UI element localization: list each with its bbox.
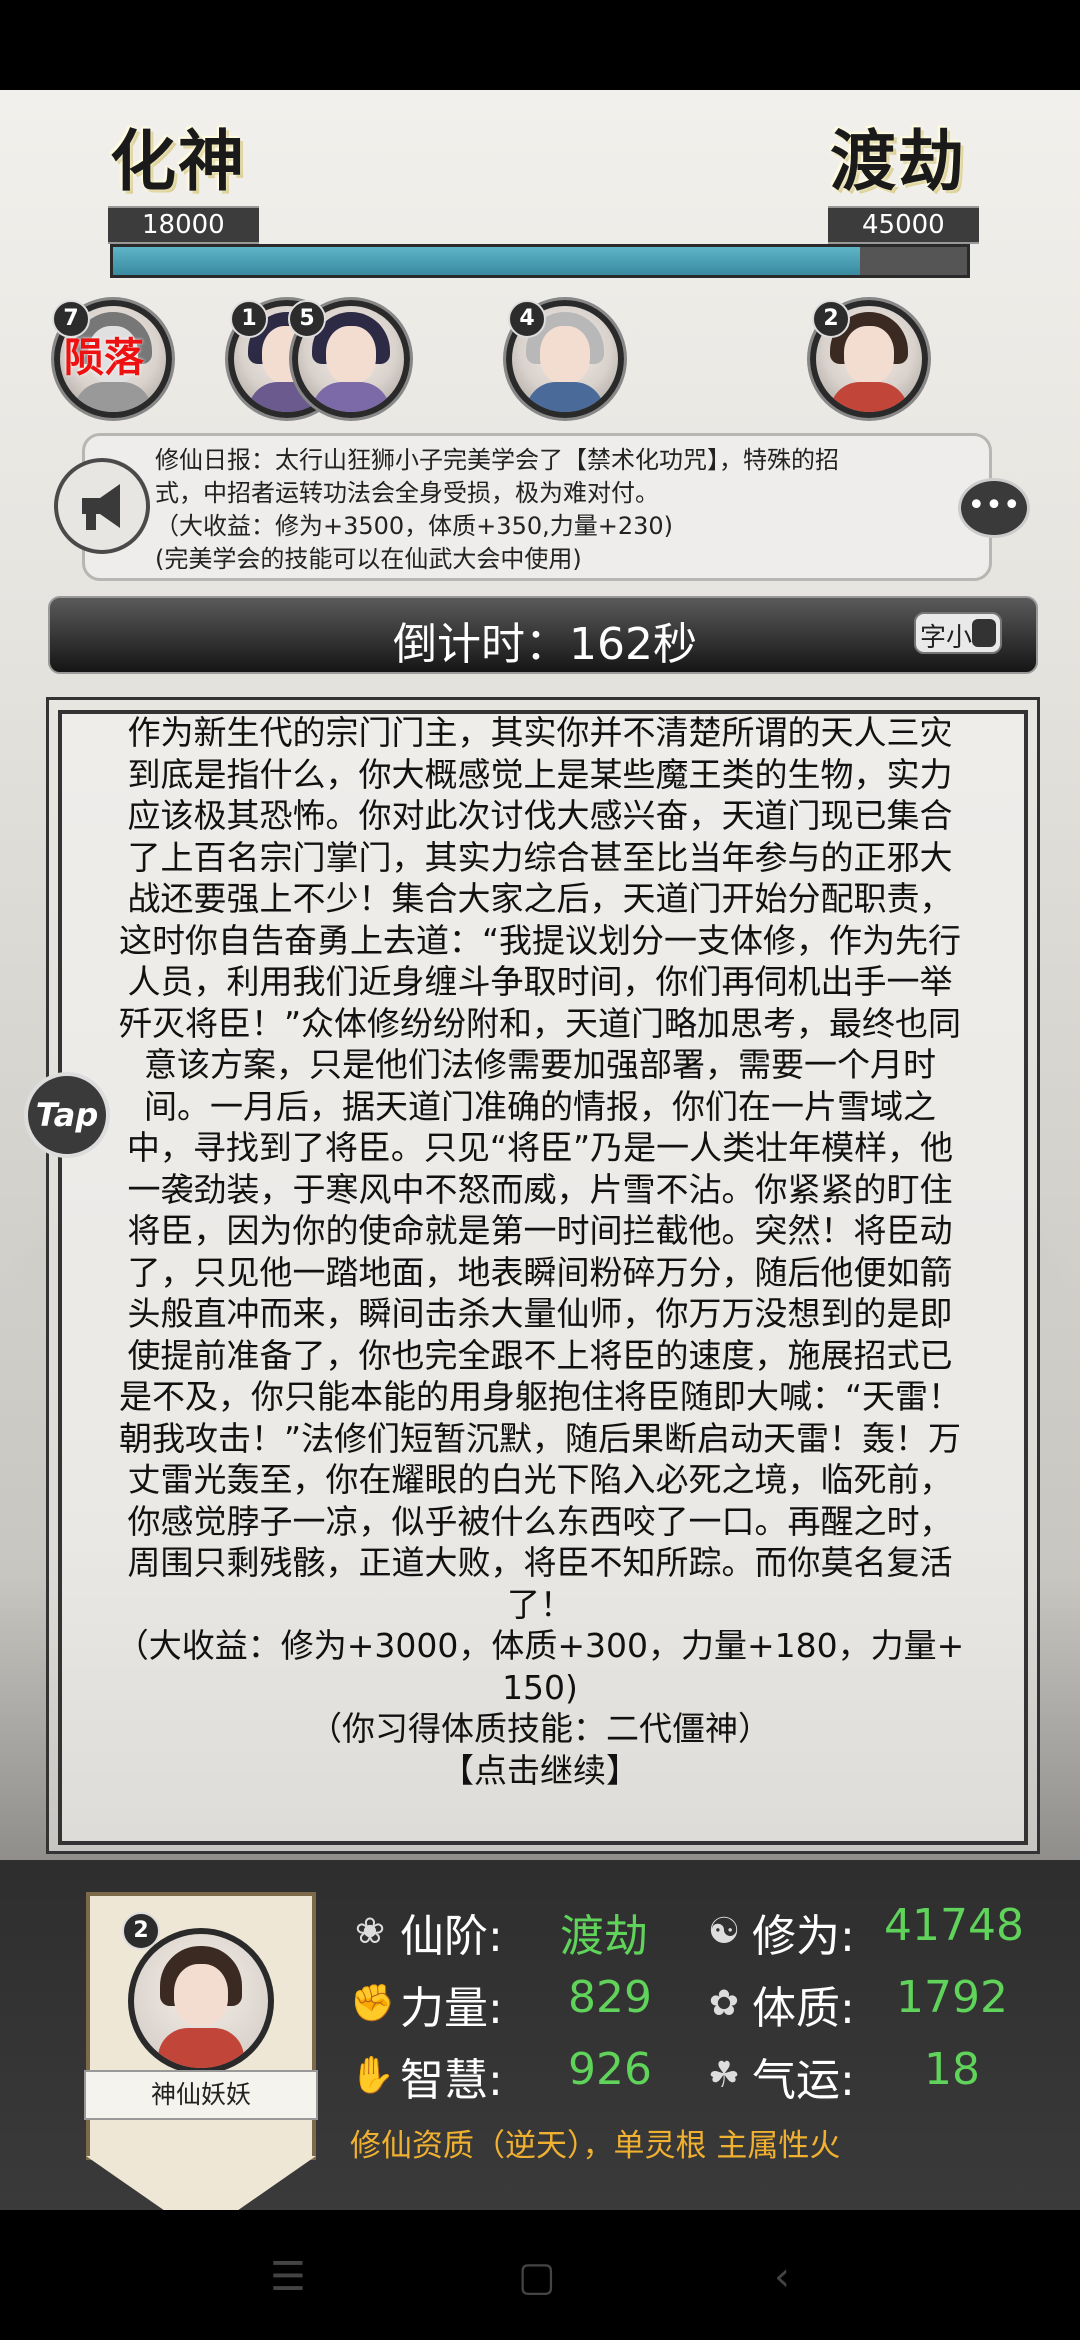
character-name: 神仙妖妖: [84, 2070, 318, 2120]
story-line: 歼灭将臣！”众体修纷纷附和，天道门略加思考，最终也同: [118, 1003, 962, 1043]
avatar-face: [844, 326, 894, 384]
megaphone-icon[interactable]: [54, 458, 150, 554]
story-line: 头般直冲而来，瞬间击杀大量仙师，你万万没想到的是即: [127, 1294, 953, 1333]
fist-icon: ✊: [350, 1983, 395, 2024]
daily-news-text: 修仙日报：太行山狂狮小子完美学会了【禁术化功咒】，特殊的招 式，中招者运转功法会…: [155, 444, 955, 576]
continue-prompt[interactable]: 【点击继续】: [70, 1750, 1010, 1792]
fallen-status: 陨落: [64, 335, 144, 381]
story-line: 这时你自告奋勇上去道：“我提议划分一支体修，作为先行: [118, 920, 962, 960]
next-realm: 渡劫 45000: [828, 108, 979, 244]
leaf-icon: ✿: [708, 1983, 740, 2024]
stat-value-cultivation: 41748: [884, 1900, 1024, 1951]
current-realm-value: 18000: [108, 206, 259, 244]
story-line: 意该方案，只是他们法修需要加强部署，需要一个月时: [144, 1045, 936, 1084]
stat-value-wisdom: 926: [568, 2044, 652, 2095]
story-line: 作为新生代的宗门门主，其实你并不清楚所谓的天人三灾: [127, 713, 953, 752]
clover-icon: ☘: [707, 2055, 741, 2096]
news-line: （大收益：修为+3500，体质+350,力量+230): [155, 512, 674, 540]
story-line: 你感觉脖子一凉，似乎被什么东西咬了一口。再醒之时，: [127, 1501, 953, 1541]
story-line: 朝我攻击！”法修们短暂沉默，随后果断启动天雷！轰！万: [118, 1418, 962, 1458]
news-line: 修仙日报：太行山狂狮小子完美学会了【禁术化功咒】，特殊的招: [155, 446, 839, 474]
tap-indicator[interactable]: Tap: [24, 1072, 110, 1158]
font-size-toggle-label: 字小: [920, 623, 973, 653]
stat-label-cultivation: 修为:: [752, 1911, 855, 1962]
lotus-icon: ❀: [354, 1911, 386, 1952]
story-reward-line: 150): [502, 1667, 578, 1707]
story-line: 周围只剩残骸，正道大败，将臣不知所踪。而你莫名复活: [127, 1543, 953, 1582]
stat-label-constitution: 体质:: [752, 1983, 855, 2034]
news-line: (完美学会的技能可以在仙武大会中使用): [155, 545, 582, 573]
avatar-count-badge: 1: [230, 300, 268, 338]
next-realm-value: 45000: [828, 206, 979, 244]
countdown-text: 倒计时：162秒: [393, 619, 697, 670]
story-line: 间。一月后，据天道门准确的情报，你们在一片雪域之: [144, 1086, 936, 1126]
avatar-body: [158, 2028, 244, 2068]
megaphone-icon-graphic: [82, 484, 120, 530]
stat-value-realm: 渡劫: [560, 1911, 648, 1962]
story-line: 了上百名宗门掌门，其实力综合甚至比当年参与的正邪大: [127, 837, 953, 877]
chat-bubble-icon[interactable]: •••: [958, 478, 1030, 538]
stat-value-strength: 829: [568, 1972, 652, 2023]
avatar-count-badge: 5: [288, 300, 326, 338]
story-text[interactable]: 作为新生代的宗门门主，其实你并不清楚所谓的天人三灾 到底是指什么，你大概感觉上是…: [70, 712, 1010, 1791]
realm-progress-fill: [113, 247, 861, 275]
character-badge: 2: [122, 1912, 160, 1950]
story-line: 战还要强上不少！集合大家之后，天道门开始分配职责，: [127, 879, 953, 918]
stat-label-strength: 力量:: [400, 1983, 503, 2034]
story-line: 使提前准备了，你也完全跟不上将臣的速度，施展招式已: [127, 1335, 953, 1375]
hand-icon: ✋: [350, 2055, 395, 2096]
story-line: 丈雷光轰至，你在耀眼的白光下陷入必死之境，临死前，: [127, 1460, 953, 1499]
menu-icon[interactable]: ☰: [270, 2254, 306, 2300]
stat-value-constitution: 1792: [896, 1972, 1008, 2023]
countdown-bar: 倒计时：162秒: [48, 596, 1038, 674]
story-line: 一袭劲装，于寒风中不怒而威，片雪不沾。你紧紧的盯住: [127, 1169, 953, 1209]
status-bar: [0, 0, 1080, 90]
swirl-icon: ☯: [707, 1911, 741, 1952]
story-skill-line: （你习得体质技能：二代僵神）: [309, 1709, 771, 1748]
daily-news-panel: 修仙日报：太行山狂狮小子完美学会了【禁术化功咒】，特殊的招 式，中招者运转功法会…: [82, 433, 992, 581]
stat-label-realm: 仙阶:: [400, 1911, 503, 1962]
story-line: 应该极其恐怖。你对此次讨伐大感兴奋，天道门现已集合: [127, 796, 953, 835]
current-realm: 化神 18000: [108, 108, 259, 244]
story-line: 了！: [507, 1584, 573, 1624]
story-line: 了，只见他一踏地面，地表瞬间粉碎万分，随后他便如箭: [127, 1252, 953, 1292]
avatar-face: [540, 326, 590, 384]
stat-label-wisdom: 智慧:: [400, 2055, 503, 2106]
next-realm-name: 渡劫: [830, 122, 966, 200]
system-nav-bar: ☰ ▢ ‹: [0, 2210, 1080, 2340]
story-line: 将臣，因为你的使命就是第一时间拦截他。突然！将臣动: [127, 1211, 953, 1250]
avatar-face: [326, 326, 376, 384]
avatar-face: [174, 1964, 228, 2026]
back-icon[interactable]: ‹: [774, 2254, 790, 2300]
realm-progress-bar: [110, 244, 970, 278]
game-screen: 化神 18000 渡劫 45000 7 陨落 1 5 4 2 修仙日报：太行山狂…: [0, 0, 1080, 2340]
news-line: 式，中招者运转功法会全身受损，极为难对付。: [155, 479, 659, 507]
home-icon[interactable]: ▢: [518, 2254, 556, 2300]
character-avatar[interactable]: [128, 1928, 274, 2074]
aptitude-text: 修仙资质（逆天），单灵根 主属性火: [350, 2128, 841, 2164]
story-line: 到底是指什么，你大概感觉上是某些魔王类的生物，实力: [127, 754, 953, 794]
current-realm-name: 化神: [110, 122, 246, 200]
stat-value-luck: 18: [924, 2044, 980, 2095]
story-line: 中，寻找到了将臣。只见“将臣”乃是一人类壮年模样，他: [126, 1128, 954, 1167]
avatar-count-badge: 4: [508, 300, 546, 338]
stat-label-luck: 气运:: [752, 2055, 855, 2106]
story-reward-line: （大收益：修为+3000，体质+300，力量+180，力量+: [115, 1626, 965, 1665]
font-size-toggle[interactable]: 字小: [914, 612, 1002, 654]
avatar-count-badge: 2: [812, 300, 850, 338]
toggle-knob: [972, 619, 996, 647]
story-line: 人员，利用我们近身缠斗争取时间，你们再伺机出手一举: [127, 962, 953, 1001]
story-line: 是不及，你只能本能的用身躯抱住将臣随即大喊：“天雷！: [118, 1377, 962, 1416]
